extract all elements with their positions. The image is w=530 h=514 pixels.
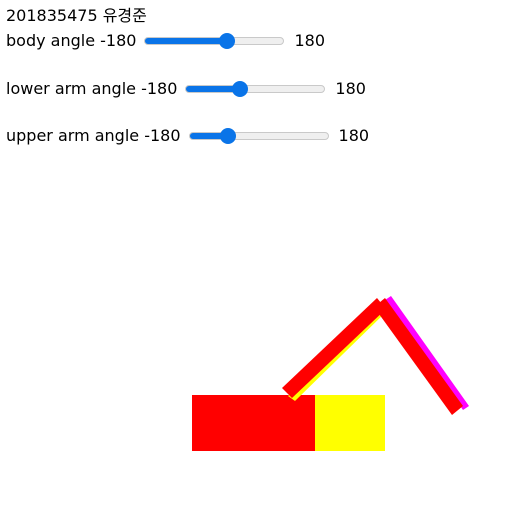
robot-body-side [314,395,385,451]
student-id-title: 201835475 유경준 [6,6,147,25]
upper-arm-angle-slider[interactable] [188,128,329,144]
lower-arm-angle-control: lower arm angle -180 180 [6,78,366,100]
robot-upper-arm [374,298,463,415]
body-angle-max-label: 180 [294,31,325,50]
body-angle-label: body angle -180 [6,31,137,50]
body-angle-slider[interactable] [144,33,285,49]
lower-arm-angle-max-label: 180 [335,79,366,98]
robot-body-front [192,395,315,451]
body-angle-control: body angle -180 180 [6,30,325,52]
lower-arm-angle-label: lower arm angle -180 [6,79,178,98]
robot-lower-arm-edge [288,306,387,401]
upper-arm-angle-control: upper arm angle -180 180 [6,125,369,147]
upper-arm-angle-label: upper arm angle -180 [6,126,181,145]
robot-lower-arm [282,298,386,398]
lower-arm-angle-slider[interactable] [185,81,326,97]
robot-upper-arm-edge [385,296,469,410]
upper-arm-angle-max-label: 180 [338,126,370,145]
